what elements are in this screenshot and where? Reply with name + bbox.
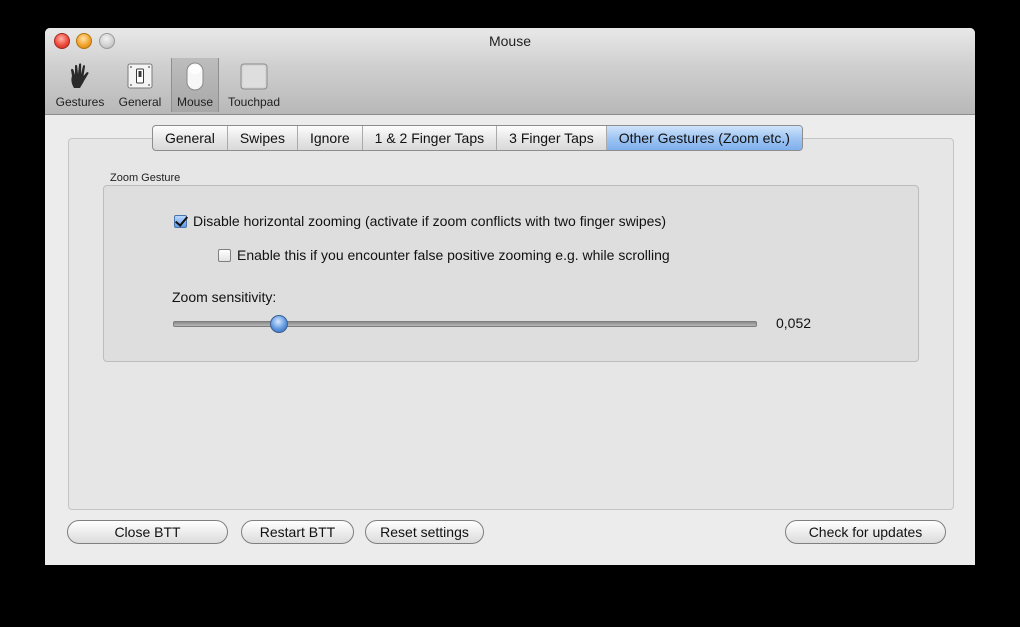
tab-3-finger-taps[interactable]: 3 Finger Taps [497, 126, 607, 150]
window-title: Mouse [488, 33, 532, 49]
tab-ignore[interactable]: Ignore [298, 126, 363, 150]
toolbar-gestures[interactable]: Gestures [51, 58, 109, 112]
mouse-preferences-window: Mouse Gestures General Mouse Touchpad Ge… [45, 28, 975, 565]
false-positive-zoom-label: Enable this if you encounter false posit… [237, 247, 670, 263]
tab-1-2-finger-taps[interactable]: 1 & 2 Finger Taps [363, 126, 498, 150]
hand-icon [71, 63, 89, 88]
close-btt-button[interactable]: Close BTT [67, 520, 228, 544]
tab-general[interactable]: General [153, 126, 228, 150]
zoom-sensitivity-value: 0,052 [776, 315, 812, 331]
toolbar-mouse-label: Mouse [176, 95, 214, 109]
disable-horizontal-zoom-label: Disable horizontal zooming (activate if … [193, 213, 667, 229]
touchpad-icon [240, 63, 268, 90]
false-positive-zoom-checkbox[interactable] [218, 248, 231, 262]
title-toolbar-area: Mouse Gestures General Mouse Touchpad [45, 28, 975, 115]
toolbar-mouse[interactable]: Mouse [171, 58, 219, 112]
toolbar-gestures-label: Gestures [55, 95, 105, 109]
zoom-sensitivity-slider[interactable] [173, 321, 757, 327]
tab-bar: General Swipes Ignore 1 & 2 Finger Taps … [152, 125, 803, 151]
tab-other-gestures[interactable]: Other Gestures (Zoom etc.) [606, 126, 802, 150]
zoom-gesture-group-label: Zoom Gesture [110, 172, 181, 184]
false-positive-zoom-option[interactable]: Enable this if you encounter false posit… [218, 247, 670, 263]
zoom-sensitivity-slider-knob[interactable] [269, 315, 288, 333]
disable-horizontal-zoom-checkbox[interactable] [174, 214, 187, 228]
toolbar-general[interactable]: General [113, 58, 167, 112]
reset-settings-button[interactable]: Reset settings [365, 520, 484, 544]
zoom-gesture-group [103, 185, 919, 362]
mouse-icon [186, 62, 204, 91]
tab-swipes[interactable]: Swipes [228, 126, 298, 150]
toolbar-touchpad[interactable]: Touchpad [221, 58, 287, 112]
toolbar-general-label: General [118, 95, 162, 109]
check-for-updates-button[interactable]: Check for updates [785, 520, 946, 544]
switch-icon [127, 63, 153, 89]
toolbar-touchpad-label: Touchpad [227, 95, 281, 109]
disable-horizontal-zoom-option[interactable]: Disable horizontal zooming (activate if … [174, 213, 666, 229]
restart-btt-button[interactable]: Restart BTT [241, 520, 354, 544]
zoom-sensitivity-label: Zoom sensitivity: [172, 289, 277, 305]
